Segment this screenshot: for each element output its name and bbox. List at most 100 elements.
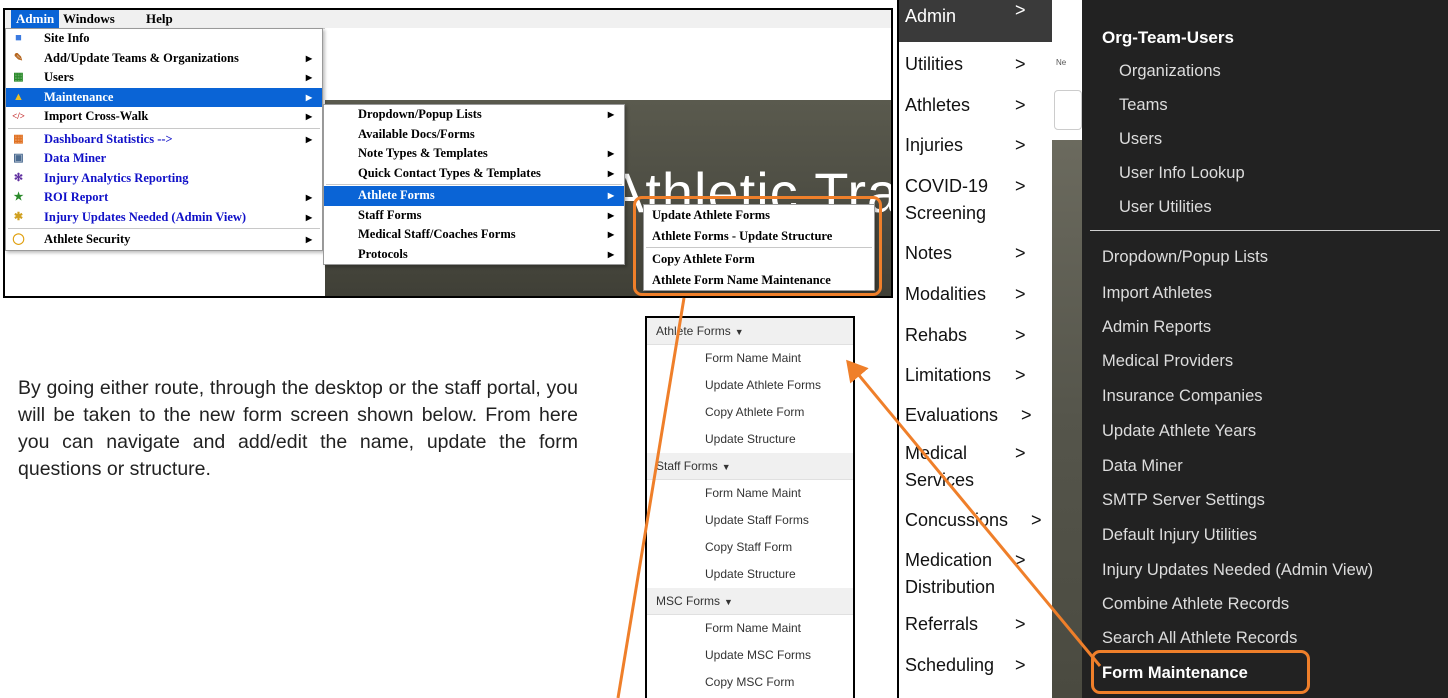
list-item[interactable]: Copy MSC Form (647, 669, 853, 696)
sidebar-item-label: Modalities (905, 284, 987, 304)
dropdown-item-users[interactable]: Users (1119, 130, 1162, 149)
section-header-label: Staff Forms (656, 459, 718, 473)
list-item[interactable]: Update Structure (647, 426, 853, 453)
menu-item-site-info[interactable]: ■ Site Info (6, 29, 322, 49)
sidebar-item-concussions[interactable]: Concussions > (905, 510, 1048, 531)
chevron-right-icon: > (1015, 614, 1026, 634)
menu-item-import-cross-walk[interactable]: </> Import Cross-Walk ▶ (6, 107, 322, 127)
chevron-right-icon: > (1015, 443, 1026, 463)
list-item[interactable]: Update Structure (647, 561, 853, 588)
menu-admin[interactable]: Admin (11, 10, 60, 28)
dropdown-item-search-all-athlete-records[interactable]: Search All Athlete Records (1102, 629, 1297, 648)
dropdown-section-title: Org-Team-Users (1102, 28, 1234, 47)
menu-item-protocols[interactable]: Protocols ▶ (324, 245, 624, 265)
sidebar-item-medical-services[interactable]: Medical Services > (905, 440, 1026, 494)
sidebar-item-limitations[interactable]: Limitations > (905, 365, 1048, 386)
section-header-staff-forms[interactable]: Staff Forms ▼ (647, 453, 853, 480)
list-item[interactable]: Update MSC Forms (647, 642, 853, 669)
sidebar-item-evaluations[interactable]: Evaluations > (905, 405, 1048, 426)
chevron-right-icon: > (1015, 95, 1026, 115)
caret-down-icon: ▼ (721, 462, 731, 472)
menu-item-athlete-security[interactable]: ◯ Athlete Security ▶ (6, 230, 322, 250)
sidebar-item-utilities[interactable]: Utilities > (905, 54, 1048, 75)
sidebar-item-covid-screening[interactable]: COVID-19 Screening > (905, 173, 1026, 227)
menu-help[interactable]: Help (146, 11, 173, 27)
menu-item-data-miner[interactable]: ▣ Data Miner (6, 149, 322, 169)
sidebar-item-scheduling[interactable]: Scheduling > (905, 655, 1048, 676)
menu-windows[interactable]: Windows (63, 11, 115, 27)
menu-item-quick-contact-types[interactable]: Quick Contact Types & Templates ▶ (324, 164, 624, 184)
menu-item-teams[interactable]: ✎ Add/Update Teams & Organizations ▶ (6, 49, 322, 69)
dropdown-item-insurance-companies[interactable]: Insurance Companies (1102, 387, 1263, 406)
submenu-arrow-icon: ▶ (607, 230, 614, 239)
dropdown-item-combine-athlete-records[interactable]: Combine Athlete Records (1102, 595, 1289, 614)
menu-item-users[interactable]: ▦ Users ▶ (6, 68, 322, 88)
submenu-arrow-icon: ▶ (305, 235, 312, 244)
sidebar-item-modalities[interactable]: Modalities > (905, 284, 1048, 305)
dropdown-item-smtp-server-settings[interactable]: SMTP Server Settings (1102, 491, 1265, 510)
menu-item-available-docs-forms[interactable]: Available Docs/Forms (324, 125, 624, 145)
submenu-arrow-icon: ▶ (305, 212, 312, 222)
roi-icon: ★ (13, 191, 24, 203)
menu-item-roi-report[interactable]: ★ ROI Report ▶ (6, 188, 322, 208)
menu-item-injury-analytics[interactable]: ✻ Injury Analytics Reporting (6, 169, 322, 189)
sidebar-item-notes[interactable]: Notes > (905, 243, 1048, 264)
caret-down-icon: ▼ (724, 597, 733, 607)
menu-item-athlete-forms[interactable]: Athlete Forms ▶ (324, 186, 624, 206)
section-header-athlete-forms[interactable]: Athlete Forms ▼ (647, 318, 853, 345)
dropdown-item-injury-updates-needed[interactable]: Injury Updates Needed (Admin View) (1102, 561, 1373, 580)
dropdown-item-user-info-lookup[interactable]: User Info Lookup (1119, 164, 1245, 183)
dropdown-item-medical-providers[interactable]: Medical Providers (1102, 352, 1233, 371)
dropdown-item-organizations[interactable]: Organizations (1119, 62, 1221, 81)
dropdown-item-import-athletes[interactable]: Import Athletes (1102, 284, 1212, 303)
menu-item-dropdown-popup-lists[interactable]: Dropdown/Popup Lists ▶ (324, 105, 624, 125)
dropdown-item-dropdown-popup-lists[interactable]: Dropdown/Popup Lists (1102, 248, 1268, 267)
menu-item-note-types[interactable]: Note Types & Templates ▶ (324, 144, 624, 164)
sidebar-item-label: Rehabs (905, 325, 968, 345)
list-item[interactable]: Copy Staff Form (647, 534, 853, 561)
list-item[interactable]: Copy Athlete Form (647, 399, 853, 426)
portal-page-background: Ne (1052, 0, 1082, 698)
users-icon: ▦ (13, 71, 24, 83)
list-item[interactable]: Form Name Maint (647, 615, 853, 642)
teams-icon: ✎ (13, 51, 24, 64)
section-header-msc-forms[interactable]: MSC Forms ▼ (647, 588, 853, 615)
sidebar-item-label: Medication Distribution (905, 550, 996, 597)
chevron-right-icon: > (1015, 284, 1026, 304)
sidebar-item-referrals[interactable]: Referrals > (905, 614, 1048, 635)
list-item[interactable]: Update Athlete Forms (647, 372, 853, 399)
dropdown-item-data-miner[interactable]: Data Miner (1102, 457, 1183, 476)
dropdown-item-admin-reports[interactable]: Admin Reports (1102, 318, 1211, 337)
sidebar-item-admin[interactable]: Admin > (899, 0, 1052, 42)
sidebar-item-label: Athletes (905, 95, 971, 115)
dashboard-icon: ▦ (13, 132, 24, 145)
menu-item-medical-staff-forms[interactable]: Medical Staff/Coaches Forms ▶ (324, 225, 624, 245)
menu-item-injury-updates[interactable]: ✱ Injury Updates Needed (Admin View) ▶ (6, 208, 322, 228)
menu-item-staff-forms[interactable]: Staff Forms ▶ (324, 206, 624, 226)
staff-portal: Admin > Utilities > Athletes > Injuries > CO… (897, 0, 1448, 698)
highlight-box-portal (1091, 650, 1310, 694)
security-icon: ◯ (12, 233, 25, 245)
injury-updates-icon: ✱ (13, 210, 24, 223)
chevron-right-icon: > (1015, 243, 1026, 263)
menu-item-maintenance[interactable]: ▲ Maintenance ▶ (6, 87, 322, 107)
list-item[interactable]: Form Name Maint (647, 480, 853, 507)
sidebar-item-rehabs[interactable]: Rehabs > (905, 325, 1048, 346)
chevron-right-icon: > (1015, 54, 1026, 74)
menu-item-dashboard-statistics[interactable]: ▦ Dashboard Statistics --> ▶ (6, 130, 322, 150)
sidebar-item-athletes[interactable]: Athletes > (905, 95, 1048, 116)
sidebar-item-label: Notes (905, 243, 953, 263)
list-item[interactable]: Form Name Maint (647, 345, 853, 372)
page-image (1052, 140, 1082, 698)
submenu-arrow-icon: ▶ (607, 149, 614, 158)
sidebar-item-injuries[interactable]: Injuries > (905, 135, 1048, 156)
dropdown-item-update-athlete-years[interactable]: Update Athlete Years (1102, 422, 1256, 441)
dropdown-item-default-injury-utilities[interactable]: Default Injury Utilities (1102, 526, 1257, 545)
sidebar-item-medication-distribution[interactable]: Medication Distribution > (905, 547, 1026, 601)
dropdown-item-user-utilities[interactable]: User Utilities (1119, 198, 1212, 217)
list-item[interactable]: Update Staff Forms (647, 507, 853, 534)
admin-dropdown: Org-Team-Users Organizations Teams Users… (1082, 0, 1448, 698)
sidebar-item-label: Referrals (905, 614, 979, 634)
page-snippet-text: Ne (1056, 58, 1067, 67)
dropdown-item-teams[interactable]: Teams (1119, 96, 1168, 115)
